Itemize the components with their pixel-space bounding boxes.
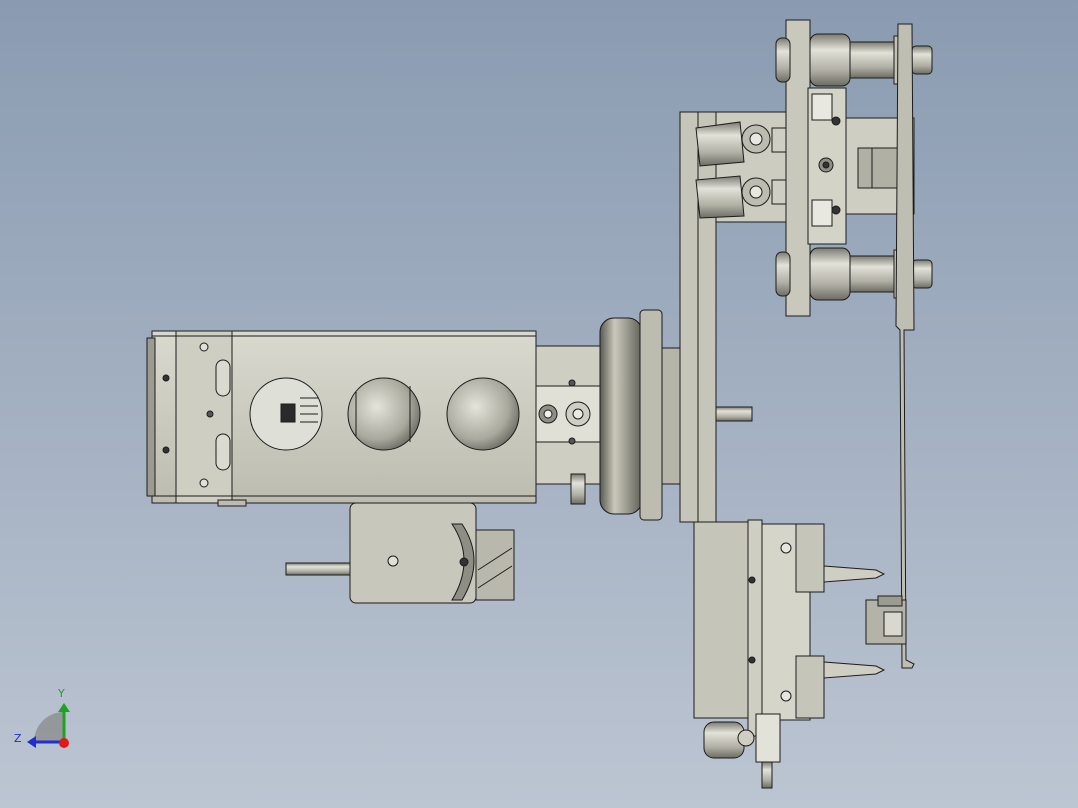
side-plate[interactable] xyxy=(895,23,915,669)
bottom-fitting[interactable] xyxy=(703,713,781,789)
coupling-block[interactable] xyxy=(535,345,605,505)
port-ball-left[interactable] xyxy=(347,377,421,451)
valve-block[interactable] xyxy=(747,519,886,737)
lower-bracket[interactable] xyxy=(285,502,515,604)
cad-model-viewport[interactable] xyxy=(0,0,1078,808)
connector-block[interactable] xyxy=(865,595,907,645)
coordinate-triad xyxy=(27,703,70,748)
rotary-disc[interactable] xyxy=(599,309,753,521)
y-axis-label: Y xyxy=(58,687,65,700)
port-ball-right[interactable] xyxy=(446,377,520,451)
z-axis-label: Z xyxy=(14,732,22,745)
port-label-disc[interactable] xyxy=(249,377,323,451)
